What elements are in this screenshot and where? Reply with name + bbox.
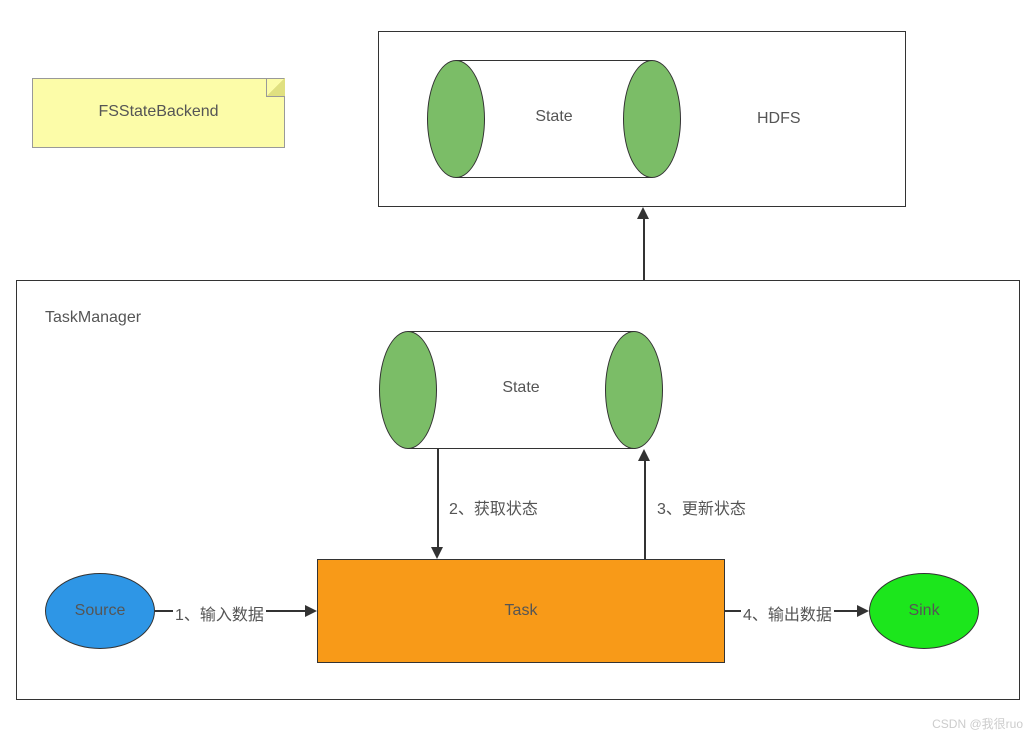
watermark: CSDN @我很ruo [932,715,1023,732]
edge-input-label: 1、输入数据 [173,601,266,625]
source-label: Source [75,602,126,620]
state-hdfs-label: State [427,108,681,126]
arrow-update-state [644,459,646,559]
arrow-input-head [305,605,317,617]
arrow-get-state [437,449,439,549]
task-node: Task [317,559,725,663]
edge-get-state-label: 2、获取状态 [449,495,538,519]
edge-update-state-label: 3、更新状态 [657,495,746,519]
state-hdfs-cylinder: State [427,60,681,178]
edge-output-label: 4、输出数据 [741,601,834,625]
note-fsstatebackend: FSStateBackend [32,78,285,148]
arrow-tm-to-hdfs-head [637,207,649,219]
state-tm-label: State [379,379,663,397]
hdfs-box: State HDFS [378,31,906,207]
state-tm-cylinder: State [379,331,663,449]
note-title: FSStateBackend [33,103,284,121]
taskmanager-title: TaskManager [45,309,141,327]
task-label: Task [505,602,538,620]
arrow-get-state-head [431,547,443,559]
hdfs-label: HDFS [757,110,801,128]
source-node: Source [45,573,155,649]
sink-label: Sink [908,602,939,620]
arrow-output-head [857,605,869,617]
arrow-update-state-head [638,449,650,461]
taskmanager-box: TaskManager State Source Task Sink 1、输入数… [16,280,1020,700]
sink-node: Sink [869,573,979,649]
